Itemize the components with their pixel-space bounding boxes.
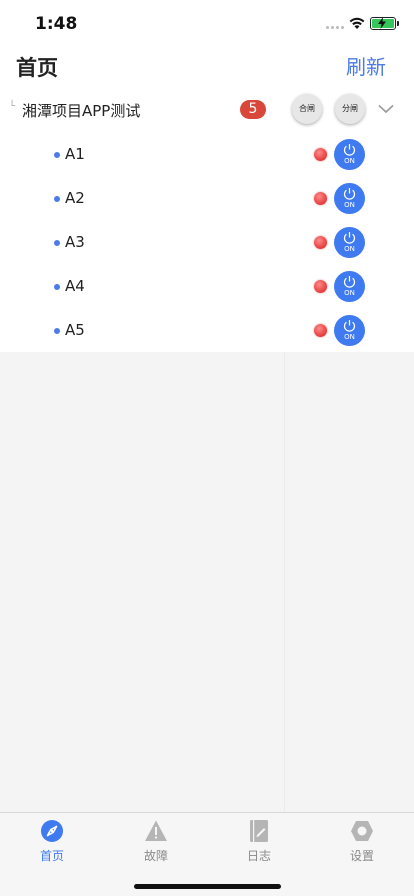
device-row[interactable]: A3 ON [0,220,414,264]
tab-label: 首页 [39,849,64,863]
warning-icon [145,820,167,841]
power-toggle-button[interactable]: ON [334,271,365,302]
wifi-icon [349,17,365,29]
power-state-label: ON [344,201,355,209]
bullet-dot-icon [54,328,60,334]
status-indicator-light [314,148,327,161]
power-state-label: ON [344,245,355,253]
tree-expand-icon: └ [9,101,16,112]
home-indicator [134,884,281,889]
notebook-icon [250,820,268,842]
status-indicator-light [314,192,327,205]
device-group-header[interactable]: └ 湘潭项目APP测试 5 合闸 分闸 [0,88,414,132]
compass-icon [41,820,63,842]
tab-faults[interactable]: 故障 [104,813,208,869]
tab-home[interactable]: 首页 [0,813,104,869]
power-toggle-button[interactable]: ON [334,227,365,258]
device-row[interactable]: A2 ON [0,176,414,220]
tab-logs[interactable]: 日志 [207,813,311,869]
cellular-signal-icon [326,26,344,29]
device-name: A2 [65,189,85,207]
power-state-label: ON [344,289,355,297]
device-name: A5 [65,321,85,339]
status-bar: 1:48 [0,0,414,44]
device-name: A4 [65,277,85,295]
device-group-panel: └ 湘潭项目APP测试 5 合闸 分闸 A1 ON A2 ON A3 ON A4… [0,88,414,352]
page-title: 首页 [16,56,58,80]
tab-label: 故障 [143,849,168,863]
bullet-dot-icon [54,152,60,158]
power-icon [343,276,356,288]
power-state-label: ON [344,333,355,341]
navigation-bar: 首页 刷新 [0,44,414,88]
power-icon [343,320,356,332]
tab-label: 日志 [246,849,271,863]
device-name: A1 [65,145,85,163]
power-toggle-button[interactable]: ON [334,139,365,170]
bullet-dot-icon [54,196,60,202]
power-toggle-button[interactable]: ON [334,183,365,214]
status-indicator-light [314,280,327,293]
power-toggle-button[interactable]: ON [334,315,365,346]
device-row[interactable]: A5 ON [0,308,414,352]
battery-icon [370,17,399,30]
gear-icon [351,821,373,841]
device-row[interactable]: A1 ON [0,132,414,176]
device-group-title: 湘潭项目APP测试 [22,102,141,120]
tab-bar: 首页 故障 日志 设置 [0,812,414,896]
power-icon [343,188,356,200]
tab-settings[interactable]: 设置 [310,813,414,869]
device-row[interactable]: A4 ON [0,264,414,308]
power-icon [343,232,356,244]
device-name: A3 [65,233,85,251]
refresh-button[interactable]: 刷新 [346,51,386,80]
bullet-dot-icon [54,284,60,290]
bullet-dot-icon [54,240,60,246]
power-icon [343,144,356,156]
open-all-button[interactable]: 分闸 [335,94,365,124]
tab-label: 设置 [349,849,374,863]
status-indicator-light [314,236,327,249]
power-state-label: ON [344,157,355,165]
chevron-down-icon[interactable] [378,104,394,114]
content-divider [284,352,285,812]
device-count-badge: 5 [240,100,266,119]
close-all-button[interactable]: 合闸 [292,94,322,124]
status-indicator-light [314,324,327,337]
status-time: 1:48 [35,14,78,34]
